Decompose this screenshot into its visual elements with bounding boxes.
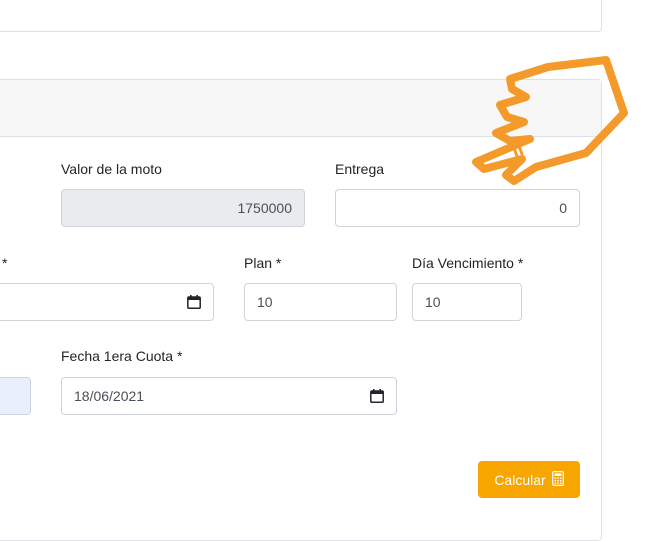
- top-card: [0, 0, 602, 32]
- calculator-icon: [551, 470, 564, 489]
- calendar-icon[interactable]: [187, 295, 201, 309]
- fecha-cuota-label: Fecha 1era Cuota *: [61, 348, 183, 364]
- fecha-cuota-input[interactable]: 18/06/2021: [61, 377, 397, 415]
- entrega-label: Entrega: [335, 161, 385, 177]
- calendar-icon[interactable]: [370, 389, 384, 403]
- entrega-value: 0: [559, 200, 567, 216]
- pointing-hand-icon: [472, 56, 628, 185]
- plan-value: 10: [257, 294, 273, 310]
- plan-input[interactable]: 10: [244, 283, 397, 321]
- valor-moto-label: Valor de la moto: [61, 161, 162, 177]
- dia-vencimiento-input[interactable]: 10: [412, 283, 522, 321]
- plan-label: Plan *: [244, 255, 282, 271]
- entrega-input[interactable]: 0: [335, 189, 580, 227]
- valor-moto-value: 1750000: [237, 200, 292, 216]
- date-label-fragment: *: [2, 255, 8, 271]
- dia-vencimiento-value: 10: [425, 294, 441, 310]
- calcular-label: Calcular: [494, 471, 546, 488]
- calcular-button[interactable]: Calcular: [478, 461, 580, 498]
- date-input[interactable]: [0, 283, 214, 321]
- dia-vencimiento-label: Día Vencimiento *: [412, 255, 524, 271]
- valor-moto-field: 1750000: [61, 189, 305, 227]
- autofilled-input[interactable]: [0, 377, 31, 415]
- fecha-cuota-value: 18/06/2021: [74, 388, 145, 404]
